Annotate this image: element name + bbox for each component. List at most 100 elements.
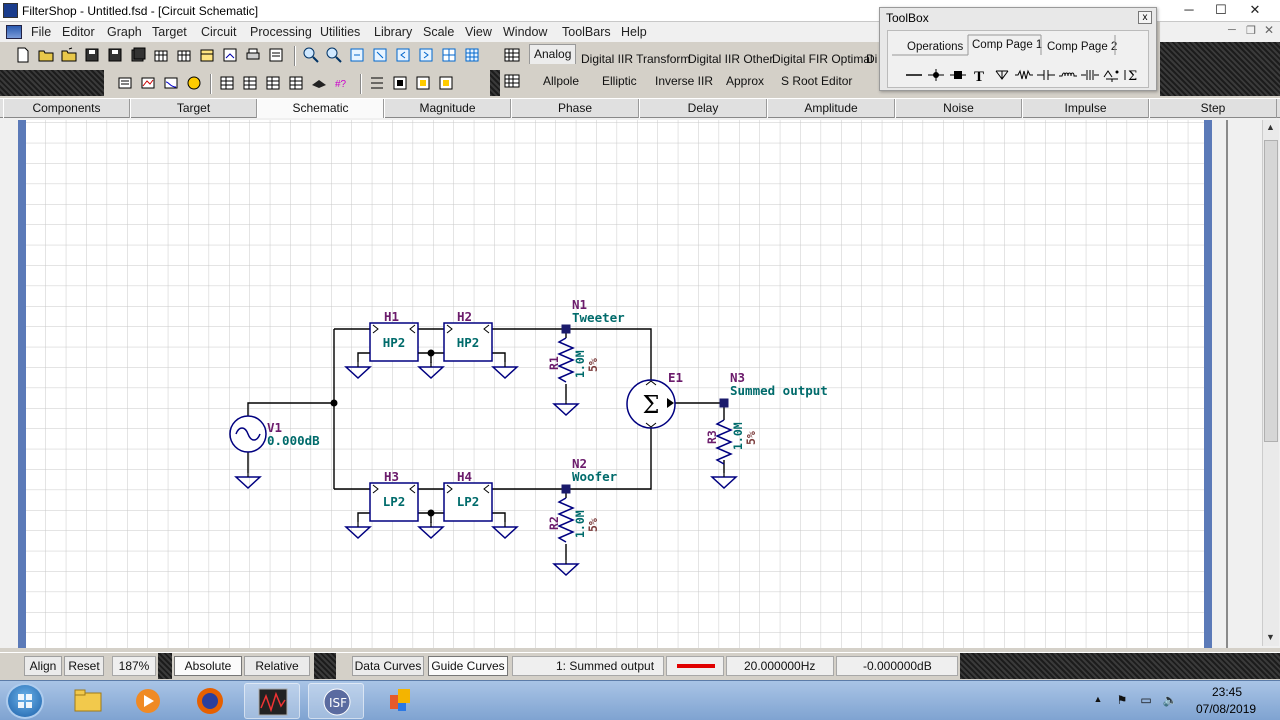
export-icon[interactable] bbox=[221, 46, 241, 66]
tab-amplitude[interactable]: Amplitude bbox=[767, 99, 895, 118]
pan-right-icon[interactable] bbox=[417, 46, 437, 66]
optimize-icon[interactable] bbox=[185, 74, 205, 94]
start-button[interactable] bbox=[6, 683, 44, 719]
summer-icon[interactable]: Σ bbox=[1124, 67, 1144, 84]
align-button[interactable]: Align bbox=[24, 656, 62, 676]
tab-step[interactable]: Step bbox=[1149, 99, 1277, 118]
zoom-fit-icon[interactable] bbox=[348, 46, 368, 66]
zoom-out-icon[interactable] bbox=[325, 46, 345, 66]
scroll-thumb[interactable] bbox=[1264, 140, 1278, 442]
junction-icon[interactable] bbox=[926, 67, 946, 83]
node-n3[interactable] bbox=[719, 398, 729, 408]
data-curves-button[interactable]: Data Curves bbox=[352, 656, 424, 676]
tab-magnitude[interactable]: Magnitude bbox=[384, 99, 511, 118]
menu-help[interactable]: Help bbox=[621, 25, 647, 39]
menu-editor[interactable]: Editor bbox=[62, 25, 95, 39]
save-as-icon[interactable] bbox=[106, 46, 126, 66]
align-icon[interactable] bbox=[368, 74, 388, 94]
resistor-icon[interactable] bbox=[1014, 67, 1034, 83]
filtershop-app-icon[interactable]: ISF bbox=[308, 683, 364, 719]
menu-window[interactable]: Window bbox=[503, 25, 547, 39]
open-icon[interactable] bbox=[37, 46, 57, 66]
reset-button[interactable]: Reset bbox=[64, 656, 104, 676]
app-icon[interactable] bbox=[3, 3, 18, 18]
tab-noise[interactable]: Noise bbox=[895, 99, 1022, 118]
tab-components[interactable]: Components bbox=[3, 99, 130, 118]
office-app-icon[interactable] bbox=[372, 683, 428, 719]
table-add-icon[interactable] bbox=[264, 74, 284, 94]
highlight-icon[interactable] bbox=[414, 74, 434, 94]
media-player-icon[interactable] bbox=[120, 683, 176, 719]
minimize-button[interactable]: ─ bbox=[1172, 0, 1206, 20]
tab-approx[interactable]: Approx bbox=[726, 74, 764, 88]
tab-analog[interactable]: Analog bbox=[529, 44, 577, 64]
absolute-button[interactable]: Absolute bbox=[174, 656, 242, 676]
tab-grid-icon[interactable] bbox=[503, 72, 523, 92]
zoom-window-icon[interactable] bbox=[371, 46, 391, 66]
menu-processing[interactable]: Processing bbox=[250, 25, 312, 39]
table-remove-icon[interactable] bbox=[287, 74, 307, 94]
zoom-in-icon[interactable] bbox=[302, 46, 322, 66]
save-icon[interactable] bbox=[83, 46, 103, 66]
scroll-up-icon[interactable]: ▲ bbox=[1266, 122, 1275, 132]
tab-grid-icon[interactable] bbox=[503, 46, 523, 66]
volume-icon[interactable]: 🔈 bbox=[1162, 693, 1178, 709]
tab-digital-iir-other[interactable]: Digital IIR Other bbox=[688, 52, 773, 66]
mdi-restore-icon[interactable]: ❐ bbox=[1246, 24, 1256, 37]
clock-date[interactable]: 07/08/2019 bbox=[1196, 702, 1256, 716]
menu-graph[interactable]: Graph bbox=[107, 25, 142, 39]
menu-view[interactable]: View bbox=[465, 25, 492, 39]
clock-time[interactable]: 23:45 bbox=[1212, 685, 1242, 699]
maximize-button[interactable]: ☐ bbox=[1204, 0, 1238, 20]
print-icon[interactable] bbox=[244, 46, 264, 66]
schematic-canvas[interactable]: Σ H1 H2 H3 H4 HP2 HP2 LP2 LP2 N1 Tweeter… bbox=[0, 118, 1262, 648]
action-center-icon[interactable]: ⚑ bbox=[1114, 693, 1130, 709]
menu-toolbars[interactable]: ToolBars bbox=[562, 25, 611, 39]
grid-icon[interactable] bbox=[440, 46, 460, 66]
mdi-minimize-icon[interactable]: ─ bbox=[1228, 24, 1236, 36]
print-preview-icon[interactable] bbox=[267, 46, 287, 66]
wire-icon[interactable] bbox=[904, 67, 924, 83]
tab-impulse[interactable]: Impulse bbox=[1022, 99, 1149, 118]
menu-circuit[interactable]: Circuit bbox=[201, 25, 236, 39]
tray-expand-icon[interactable]: ▲ bbox=[1090, 694, 1106, 710]
tab-target[interactable]: Target bbox=[130, 99, 257, 118]
mdi-close-icon[interactable]: ✕ bbox=[1264, 23, 1274, 37]
menu-file[interactable]: File bbox=[31, 25, 51, 39]
grid-save-icon[interactable] bbox=[152, 46, 172, 66]
component-list-icon[interactable] bbox=[116, 74, 136, 94]
tab-digital-iir-transform[interactable]: Digital IIR Transform bbox=[581, 52, 690, 66]
random-icon[interactable]: #? bbox=[333, 74, 353, 94]
new-icon[interactable] bbox=[14, 46, 34, 66]
chart-icon[interactable] bbox=[139, 74, 159, 94]
network-icon[interactable]: ▭ bbox=[1138, 693, 1154, 709]
toolbox-window[interactable]: ToolBox x Operations Comp Page 1 Comp Pa… bbox=[879, 7, 1157, 91]
grid-load-icon[interactable] bbox=[175, 46, 195, 66]
tab-schematic[interactable]: Schematic bbox=[257, 99, 384, 118]
vertical-scrollbar[interactable]: ▲ ▼ bbox=[1262, 120, 1279, 646]
toolbox-close-button[interactable]: x bbox=[1138, 11, 1152, 24]
node-n1[interactable] bbox=[561, 324, 571, 334]
schematic-view[interactable]: Σ H1 H2 H3 H4 HP2 HP2 LP2 LP2 N1 Tweeter… bbox=[0, 118, 1280, 648]
tab-elliptic[interactable]: Elliptic bbox=[602, 74, 637, 88]
save-all-icon[interactable] bbox=[129, 46, 149, 66]
hat-icon[interactable] bbox=[310, 74, 330, 94]
pan-left-icon[interactable] bbox=[394, 46, 414, 66]
transformer-icon[interactable] bbox=[1080, 67, 1100, 83]
table-icon[interactable] bbox=[218, 74, 238, 94]
graph-icon[interactable] bbox=[162, 74, 182, 94]
inductor-icon[interactable] bbox=[1058, 67, 1078, 83]
tab-allpole[interactable]: Allpole bbox=[543, 74, 579, 88]
firefox-icon[interactable] bbox=[182, 683, 238, 719]
oscilloscope-app-icon[interactable] bbox=[244, 683, 300, 719]
scroll-down-icon[interactable]: ▼ bbox=[1266, 632, 1275, 642]
capacitor-icon[interactable] bbox=[1036, 67, 1056, 83]
color-icon[interactable] bbox=[437, 74, 457, 94]
menu-scale[interactable]: Scale bbox=[423, 25, 454, 39]
tab-delay[interactable]: Delay bbox=[639, 99, 767, 118]
node-icon[interactable] bbox=[948, 67, 968, 83]
open-folder-icon[interactable] bbox=[60, 46, 80, 66]
menu-target[interactable]: Target bbox=[152, 25, 187, 39]
voltage-source-v1[interactable] bbox=[229, 415, 267, 453]
table-edit-icon[interactable] bbox=[241, 74, 261, 94]
